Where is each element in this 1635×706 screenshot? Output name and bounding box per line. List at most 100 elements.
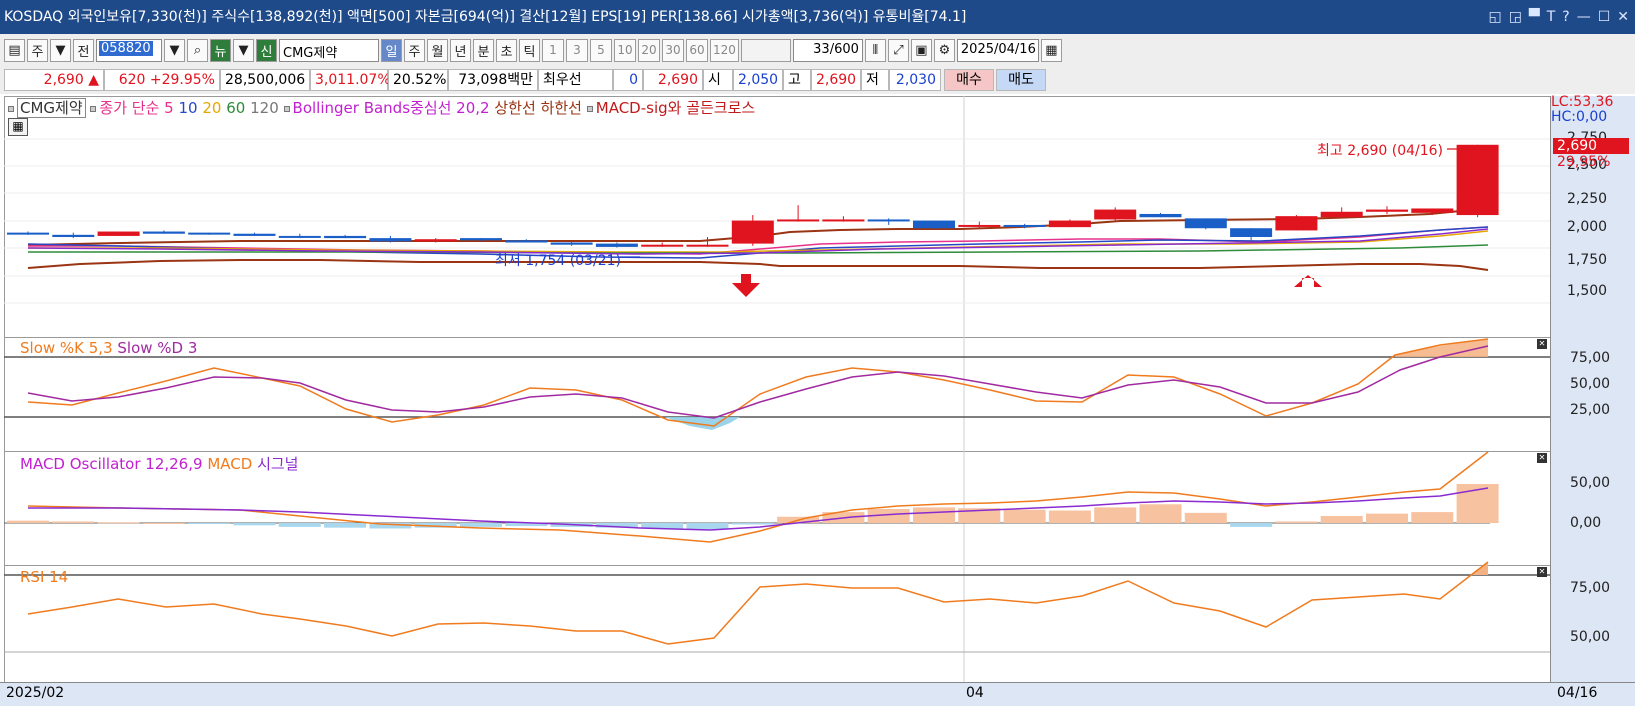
close-icon[interactable]: ✕ — [1617, 0, 1629, 34]
candle-down[interactable] — [867, 219, 910, 222]
candle-up[interactable] — [414, 239, 457, 242]
layout-1-icon[interactable]: ◱ — [1488, 0, 1501, 34]
candle-down[interactable] — [324, 235, 367, 239]
date-field[interactable]: 2025/04/16 — [956, 38, 1039, 62]
candle-up[interactable] — [958, 224, 1001, 227]
legend-upper[interactable]: 상한선 — [494, 99, 535, 117]
candle-icon[interactable]: ⫴ — [864, 38, 886, 62]
news-button[interactable]: 뉴 — [210, 38, 231, 62]
layout-2-icon[interactable]: ◲ — [1509, 0, 1522, 34]
stock-name-field[interactable]: CMG제약 — [279, 38, 379, 62]
candle-up[interactable] — [731, 220, 774, 244]
table-grid-icon[interactable]: ▦ — [8, 118, 28, 136]
candle-up[interactable] — [1456, 144, 1499, 216]
candle-up[interactable] — [97, 231, 140, 236]
candle-down[interactable] — [1139, 213, 1182, 218]
candle-up[interactable] — [641, 244, 684, 247]
panel-toggle-icon[interactable]: ▤ — [4, 38, 25, 62]
legend-lower[interactable]: 하한선 — [541, 99, 582, 117]
period-day-button[interactable]: 일 — [381, 38, 402, 62]
font-icon[interactable]: T — [1547, 0, 1556, 34]
pin-icon[interactable]: ▀ — [1529, 0, 1540, 34]
period-year-button[interactable]: 년 — [450, 38, 471, 62]
buy-button[interactable]: 매수 — [944, 69, 994, 91]
candle-up[interactable] — [822, 219, 865, 222]
candle-up[interactable] — [1094, 209, 1137, 220]
close-icon[interactable]: ✕ — [1537, 453, 1547, 463]
period-select[interactable]: 주 — [27, 38, 48, 62]
candle-down[interactable] — [1230, 228, 1273, 238]
close-icon[interactable]: ✕ — [1537, 339, 1547, 349]
prev-button[interactable]: 전 — [73, 38, 94, 62]
sell-button[interactable]: 매도 — [996, 69, 1046, 91]
candle-down[interactable] — [188, 232, 231, 235]
minute-1-button[interactable]: 1 — [542, 38, 564, 62]
news-dropdown-icon[interactable]: ▼ — [233, 38, 254, 62]
new-button[interactable]: 신 — [256, 38, 277, 62]
candle-up[interactable] — [777, 219, 820, 222]
legend-ma60[interactable]: 60 — [226, 99, 245, 117]
candle-down[interactable] — [7, 232, 49, 235]
candle-up[interactable] — [1411, 208, 1454, 213]
legend-ma[interactable]: 종가 단순 5 — [99, 99, 173, 117]
period-dropdown-icon[interactable]: ▼ — [50, 38, 71, 62]
count-field[interactable]: 33/600 — [792, 38, 863, 62]
macd-osc-label[interactable]: MACD Oscillator 12,26,9 — [20, 455, 203, 473]
candle-down[interactable] — [142, 231, 185, 234]
candle-up[interactable] — [686, 244, 729, 247]
maximize-icon[interactable]: ☐ — [1598, 0, 1611, 34]
help-icon[interactable]: ? — [1562, 0, 1569, 34]
code-input[interactable]: 058820 — [96, 38, 162, 62]
low-price: 2,030 — [889, 69, 941, 91]
legend-ma120[interactable]: 120 — [250, 99, 279, 117]
macd-label[interactable]: MACD — [207, 455, 252, 473]
candle-down[interactable] — [460, 238, 502, 241]
candle-down[interactable] — [913, 220, 955, 229]
candle-down[interactable] — [278, 235, 321, 238]
draw-icon[interactable]: ⤢ — [887, 38, 909, 62]
candle-down[interactable] — [52, 234, 95, 238]
candle-down[interactable] — [1003, 224, 1046, 227]
search-icon[interactable]: ⌕ — [187, 38, 208, 62]
macd-oscillator-bar — [233, 523, 276, 526]
minute-120-button[interactable]: 120 — [710, 38, 739, 62]
candle-up[interactable] — [1366, 209, 1408, 212]
candle-down[interactable] — [369, 238, 412, 242]
candle-down[interactable] — [595, 243, 638, 247]
legend-stock-name[interactable]: CMG제약 — [17, 98, 86, 118]
period-second-button[interactable]: 초 — [496, 38, 517, 62]
rsi-legend[interactable]: RSI 14 — [20, 568, 68, 586]
save-icon[interactable]: ▣ — [910, 38, 932, 62]
minute-5-button[interactable]: 5 — [590, 38, 612, 62]
candle-down[interactable] — [233, 233, 276, 236]
candle-up[interactable] — [1048, 220, 1091, 228]
period-tick-button[interactable]: 틱 — [519, 38, 540, 62]
legend-bollinger[interactable]: Bollinger Bands중심선 20,2 — [293, 99, 490, 117]
period-minute-button[interactable]: 분 — [473, 38, 494, 62]
gear-icon[interactable]: ⚙ — [933, 38, 955, 62]
legend-macd-sig[interactable]: MACD-sig와 골든크로스 — [596, 99, 755, 117]
close-icon[interactable]: ✕ — [1537, 567, 1547, 577]
period-week-button[interactable]: 주 — [404, 38, 425, 62]
axis-tick: 1,750 — [1567, 252, 1608, 268]
stoch-d-label[interactable]: Slow %D 3 — [117, 339, 197, 357]
calendar-icon[interactable]: ▦ — [1040, 38, 1062, 62]
minimize-icon[interactable]: — — [1577, 0, 1591, 34]
minute-20-button[interactable]: 20 — [638, 38, 660, 62]
candle-down[interactable] — [1184, 218, 1227, 229]
macd-signal-label[interactable]: 시그널 — [257, 455, 298, 473]
legend-ma20[interactable]: 20 — [202, 99, 221, 117]
stoch-k-label[interactable]: Slow %K 5,3 — [20, 339, 113, 357]
interval-field[interactable] — [740, 38, 791, 62]
candle-down[interactable] — [505, 240, 548, 243]
minute-30-button[interactable]: 30 — [662, 38, 684, 62]
candle-down[interactable] — [550, 242, 593, 245]
period-month-button[interactable]: 월 — [427, 38, 448, 62]
legend-ma10[interactable]: 10 — [178, 99, 197, 117]
minute-10-button[interactable]: 10 — [614, 38, 636, 62]
code-dropdown-icon[interactable]: ▼ — [164, 38, 185, 62]
candle-up[interactable] — [1320, 211, 1363, 218]
minute-60-button[interactable]: 60 — [686, 38, 708, 62]
candle-up[interactable] — [1275, 216, 1318, 231]
minute-3-button[interactable]: 3 — [566, 38, 588, 62]
